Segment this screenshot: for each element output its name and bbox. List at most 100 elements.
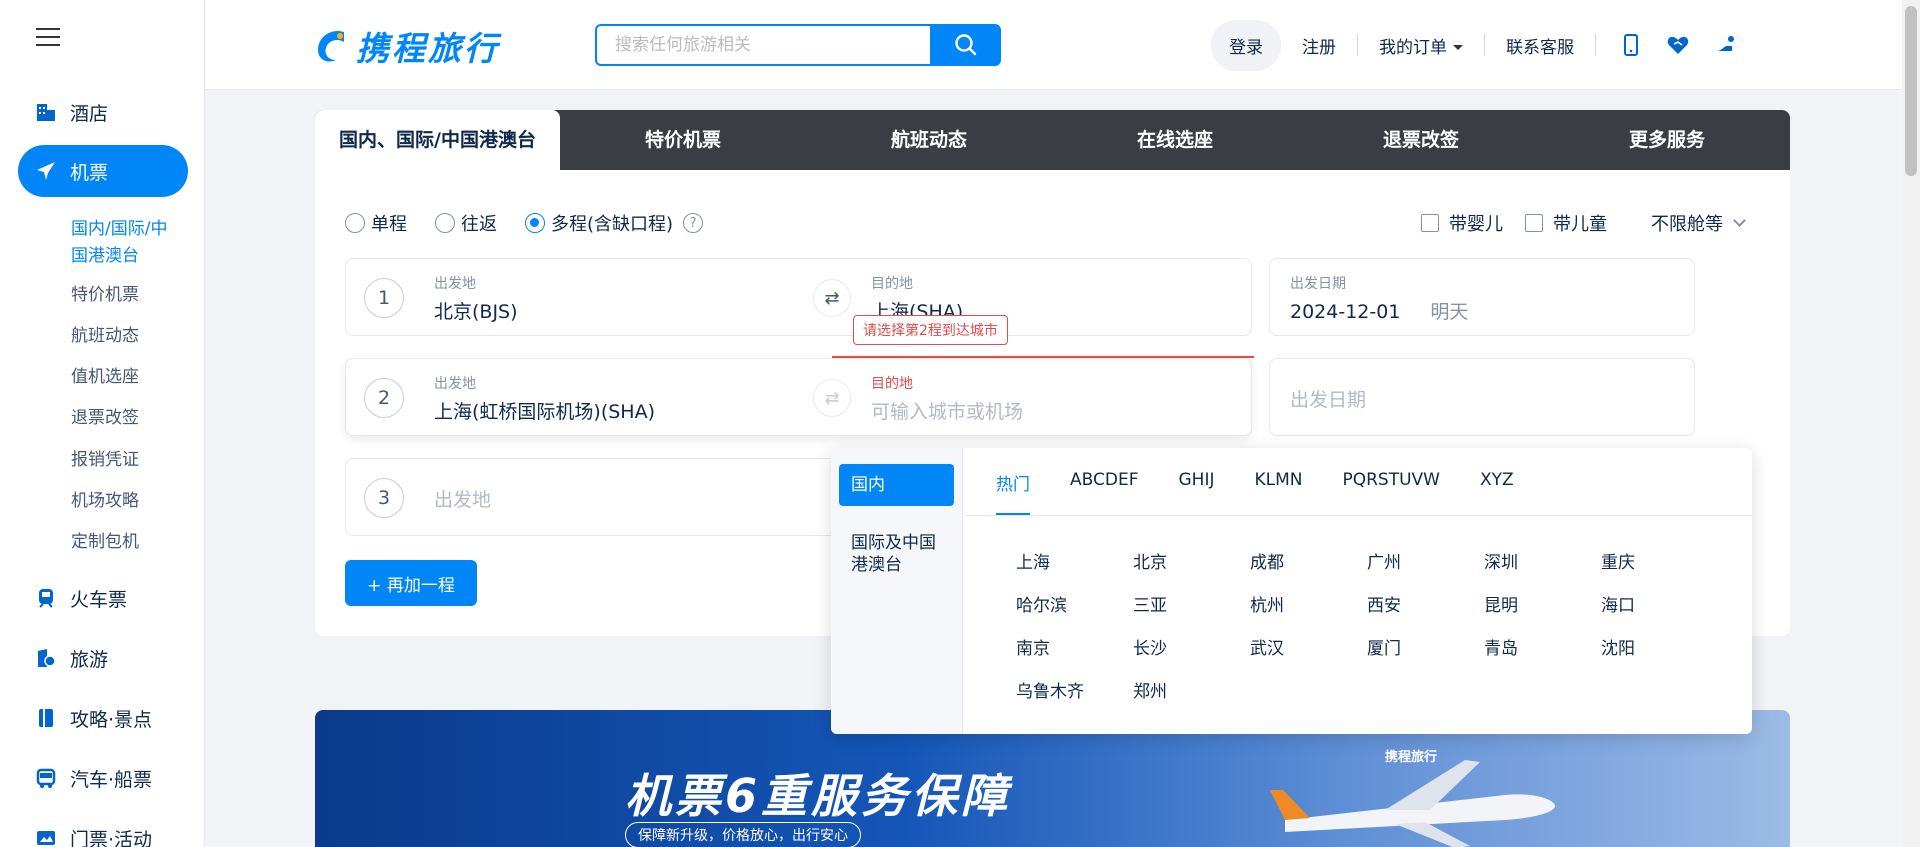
city-option[interactable]: 乌鲁木齐 [1016,677,1133,702]
page-scrollbar[interactable] [1902,0,1920,847]
city-option[interactable]: 深圳 [1484,548,1601,573]
sidebar-subitem-charter[interactable]: 定制包机 [71,529,139,556]
error-underline [832,356,1254,358]
city-option[interactable]: 武汉 [1250,634,1367,659]
menu-icon[interactable] [36,28,60,48]
help-icon[interactable]: ? [683,213,704,233]
login-button[interactable]: 登录 [1211,19,1281,71]
sidebar-item-label: 门票·活动 [70,828,153,847]
region-international[interactable]: 国际及中国港澳台 [839,522,949,586]
accessibility-icon[interactable] [1714,33,1738,57]
sidebar-subitem-refund[interactable]: 退票改签 [71,405,139,432]
city-option[interactable]: 广州 [1367,548,1484,573]
city-option[interactable]: 青岛 [1484,634,1601,659]
cabin-class-value: 不限舱等 [1651,214,1723,235]
mobile-app-icon[interactable] [1620,33,1642,57]
child-checkbox[interactable]: 带儿童 [1525,210,1607,236]
leg-2-to-field[interactable]: 目的地 可输入城市或机场 [871,373,1023,424]
date-note: 明天 [1430,301,1469,323]
swap-icon[interactable]: ⇄ [813,379,851,417]
sidebar-item-bus[interactable]: 汽车·船票 [18,752,188,804]
dolphin-logo-icon [318,30,344,62]
sidebar-item-train[interactable]: 火车票 [18,572,188,624]
from-placeholder: 出发地 [434,489,492,511]
tab-abcdef[interactable]: ABCDEF [1070,470,1138,515]
swap-icon[interactable]: ⇄ [813,279,851,317]
tab-klmn[interactable]: KLMN [1254,470,1302,515]
city-option[interactable]: 上海 [1016,548,1133,573]
sidebar-subitem-airport[interactable]: 机场攻略 [71,488,139,515]
leg-1-from-field[interactable]: 出发地 北京(BJS) [434,273,518,324]
cabin-class-select[interactable]: 不限舱等 [1651,210,1746,236]
sidebar-subitem-checkin[interactable]: 值机选座 [71,364,139,391]
tab-hot[interactable]: 热门 [996,470,1030,515]
radio-circle [345,213,365,233]
sidebar-item-label: 酒店 [70,102,109,125]
header-icons [1596,33,1738,57]
from-label: 出发地 [434,376,476,392]
tab-domestic-intl[interactable]: 国内、国际/中国港澳台 [315,110,560,170]
trip-multicity-radio[interactable]: 多程(含缺口程) [525,210,673,236]
caret-down-icon [1453,45,1463,50]
scrollbar-thumb[interactable] [1905,6,1917,176]
bus-icon [34,766,58,790]
date-placeholder: 出发日期 [1290,389,1367,411]
guide-icon [34,706,58,730]
sidebar-item-hotel[interactable]: 酒店 [18,86,188,138]
tab-xyz[interactable]: XYZ [1480,470,1514,515]
my-orders-menu[interactable]: 我的订单 [1358,33,1484,58]
city-option[interactable]: 北京 [1133,548,1250,573]
leg-2-date-field[interactable]: 出发日期 [1269,358,1695,436]
city-option[interactable]: 西安 [1367,591,1484,616]
from-value: 北京(BJS) [434,301,518,323]
city-option[interactable]: 南京 [1016,634,1133,659]
infant-checkbox[interactable]: 带婴儿 [1421,210,1503,236]
tab-seat-selection[interactable]: 在线选座 [1052,110,1298,170]
city-option[interactable]: 长沙 [1133,634,1250,659]
city-option[interactable]: 昆明 [1484,591,1601,616]
sidebar-item-guide[interactable]: 攻略·景点 [18,692,188,744]
tab-more-services[interactable]: 更多服务 [1544,110,1790,170]
sidebar-subitem-status[interactable]: 航班动态 [71,323,139,350]
city-option[interactable]: 厦门 [1367,634,1484,659]
city-option[interactable]: 郑州 [1133,677,1250,702]
sidebar-item-travel[interactable]: 旅游 [18,632,188,684]
leg-1-row: 1 出发地 北京(BJS) 目的地 上海(SHA) ⇄ [345,258,1252,336]
city-letter-tabs: 热门 ABCDEF GHIJ KLMN PQRSTUVW XYZ [996,470,1514,515]
tab-flight-status[interactable]: 航班动态 [806,110,1052,170]
leg-3-row: 3 出发地 [345,458,865,536]
leg-2-from-field[interactable]: 出发地 上海(虹桥国际机场)(SHA) [434,373,655,424]
sidebar-item-flight[interactable]: 机票 [18,145,188,197]
search-icon [954,34,976,56]
add-leg-button[interactable]: + 再加一程 [345,560,477,606]
tab-refund-change[interactable]: 退票改签 [1298,110,1544,170]
logo-text: 携程旅行 [356,29,500,68]
tab-special-fares[interactable]: 特价机票 [560,110,806,170]
city-option[interactable]: 海口 [1601,591,1718,616]
trip-roundtrip-radio[interactable]: 往返 [435,210,497,236]
customer-service-link[interactable]: 联系客服 [1485,33,1595,58]
search-button[interactable] [930,24,1001,66]
sidebar-subitem-receipt[interactable]: 报销凭证 [71,447,139,474]
heart-handshake-icon[interactable] [1666,33,1690,57]
leg-3-from-field[interactable]: 出发地 [434,485,491,512]
region-domestic[interactable]: 国内 [839,464,954,506]
tab-pqrstuvw[interactable]: PQRSTUVW [1342,470,1440,515]
city-option[interactable]: 杭州 [1250,591,1367,616]
sidebar-subitem-special[interactable]: 特价机票 [71,282,139,309]
register-link[interactable]: 注册 [1281,33,1357,58]
city-option[interactable]: 哈尔滨 [1016,591,1133,616]
tab-ghij[interactable]: GHIJ [1178,470,1214,515]
trip-oneway-radio[interactable]: 单程 [345,210,407,236]
sidebar-subitem-intl[interactable]: 国内/国际/中国港澳台 [71,216,181,270]
checkbox-box [1421,214,1439,232]
ctrip-logo[interactable]: 携程旅行 [314,22,500,70]
leg-1-date-field[interactable]: 出发日期 2024-12-01 明天 [1269,258,1695,336]
sidebar-item-ticket[interactable]: 门票·活动 [18,812,188,847]
city-option[interactable]: 重庆 [1601,548,1718,573]
city-option[interactable]: 沈阳 [1601,634,1718,659]
city-option[interactable]: 成都 [1250,548,1367,573]
city-option[interactable]: 三亚 [1133,591,1250,616]
search-input[interactable] [595,24,930,66]
sidebar-item-label: 旅游 [70,648,109,671]
